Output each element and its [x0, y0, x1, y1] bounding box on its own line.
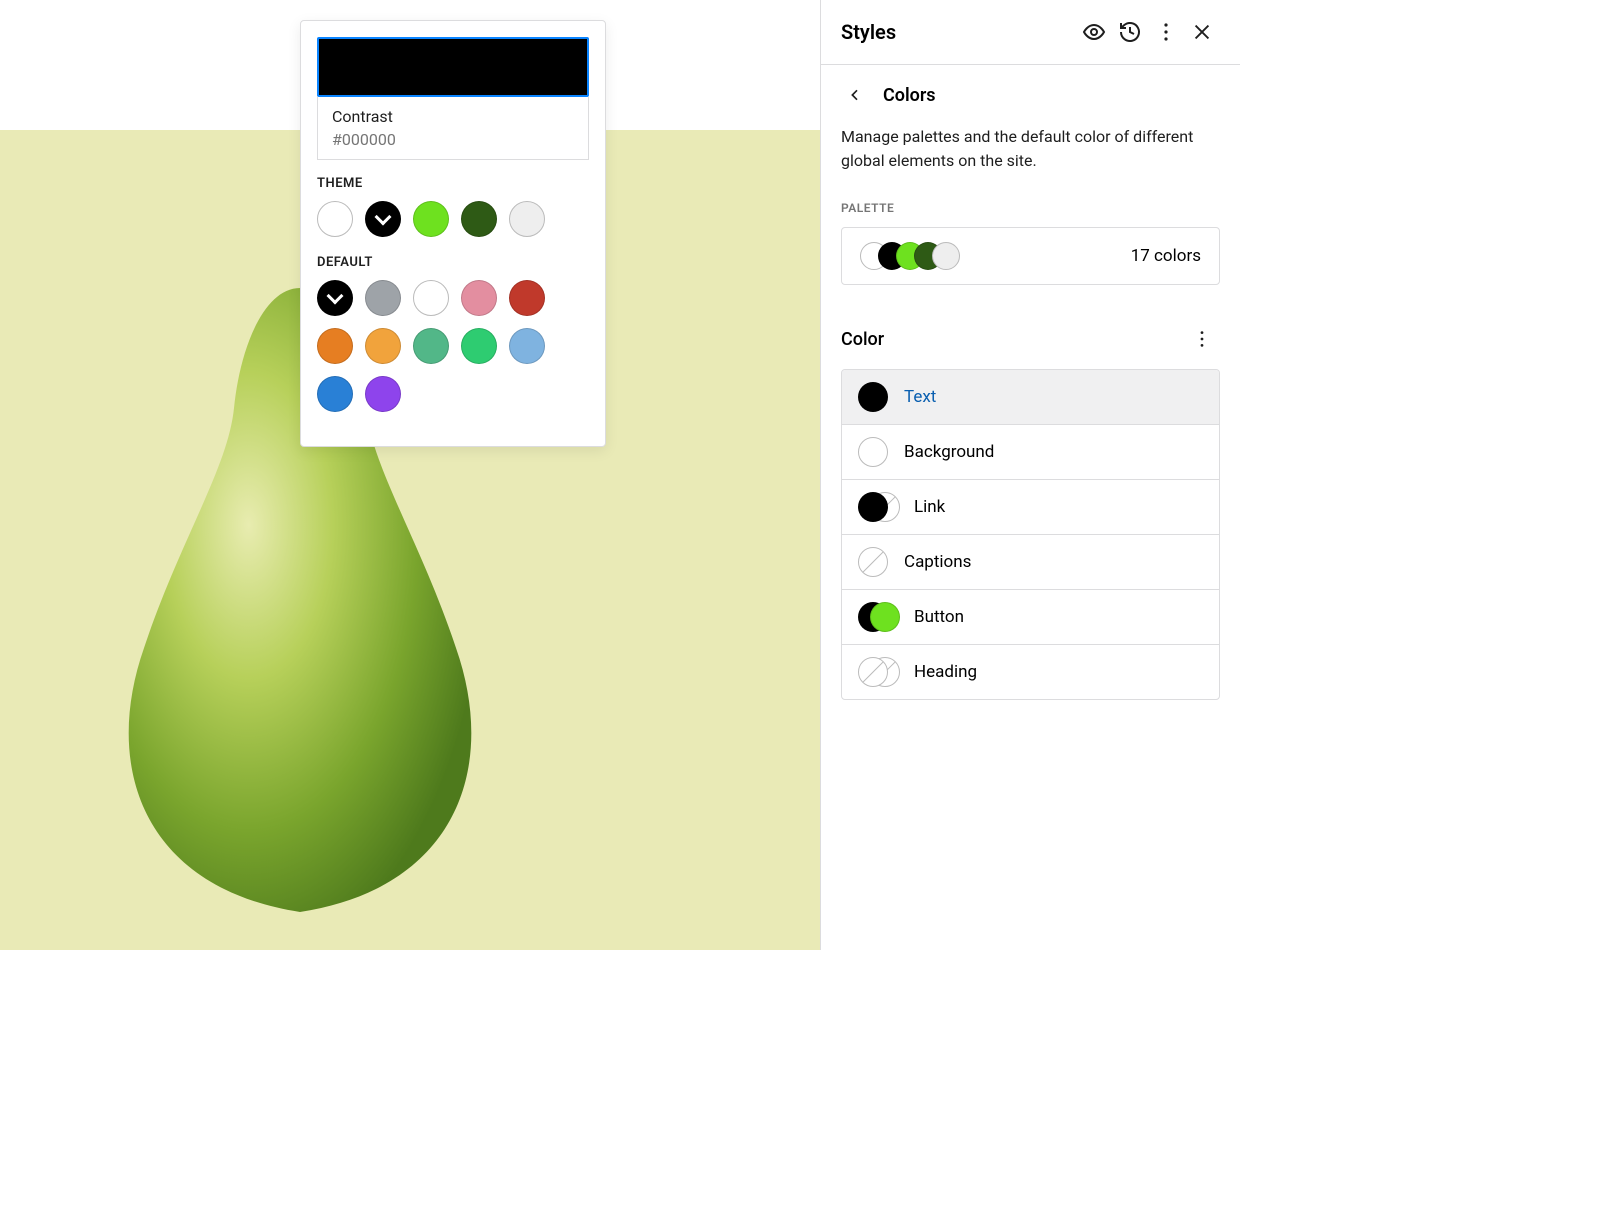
eye-icon — [1082, 20, 1106, 44]
section-description: Manage palettes and the default color of… — [841, 125, 1220, 173]
theme-swatch-row — [317, 201, 589, 237]
color-item-swatch — [858, 492, 898, 522]
panel-body: Colors Manage palettes and the default c… — [821, 65, 1240, 716]
theme-group-label: THEME — [317, 176, 589, 191]
color-item-label: Heading — [914, 662, 977, 682]
color-swatch[interactable] — [317, 328, 353, 364]
revisions-button[interactable] — [1112, 14, 1148, 50]
color-swatch[interactable] — [317, 280, 353, 316]
more-vertical-icon — [1154, 20, 1178, 44]
color-swatch[interactable] — [461, 201, 497, 237]
color-item-heading[interactable]: Heading — [842, 645, 1219, 699]
selected-color-meta: Contrast #000000 — [317, 97, 589, 160]
color-swatch[interactable] — [365, 280, 401, 316]
more-vertical-icon — [1191, 328, 1213, 350]
color-swatch[interactable] — [365, 328, 401, 364]
color-item-swatch — [858, 382, 888, 412]
color-item-swatch — [858, 437, 888, 467]
breadcrumb: Colors — [841, 81, 1220, 109]
styles-panel: Styles Colors Manage palettes and the de… — [820, 0, 1240, 950]
color-popover: Contrast #000000 THEME DEFAULT — [300, 20, 606, 447]
close-button[interactable] — [1184, 14, 1220, 50]
color-swatch[interactable] — [509, 328, 545, 364]
chevron-left-icon — [847, 85, 863, 105]
color-swatch[interactable] — [509, 280, 545, 316]
close-icon — [1191, 21, 1213, 43]
color-item-captions[interactable]: Captions — [842, 535, 1219, 590]
color-swatch[interactable] — [461, 328, 497, 364]
panel-header: Styles — [821, 0, 1240, 65]
color-swatch[interactable] — [317, 376, 353, 412]
back-button[interactable] — [841, 81, 869, 109]
color-item-background[interactable]: Background — [842, 425, 1219, 480]
color-swatch[interactable] — [413, 328, 449, 364]
color-heading: Color — [841, 329, 884, 350]
palette-preview-circle — [932, 242, 960, 270]
color-swatch[interactable] — [365, 201, 401, 237]
color-swatch[interactable] — [509, 201, 545, 237]
color-swatch[interactable] — [413, 280, 449, 316]
section-title: Colors — [883, 85, 936, 106]
color-item-text[interactable]: Text — [842, 370, 1219, 425]
color-item-label: Text — [904, 387, 936, 407]
more-button[interactable] — [1148, 14, 1184, 50]
palette-count: 17 colors — [1131, 246, 1201, 266]
palette-card[interactable]: 17 colors — [841, 227, 1220, 285]
default-group-label: DEFAULT — [317, 255, 589, 270]
color-section-header: Color — [841, 321, 1220, 357]
selected-color-hex: #000000 — [332, 130, 574, 149]
color-swatch[interactable] — [461, 280, 497, 316]
palette-label: PALETTE — [841, 201, 1220, 215]
color-swatch[interactable] — [365, 376, 401, 412]
color-item-button[interactable]: Button — [842, 590, 1219, 645]
history-icon — [1118, 20, 1142, 44]
color-item-label: Background — [904, 442, 994, 462]
color-item-label: Button — [914, 607, 964, 627]
default-swatch-row — [317, 280, 589, 412]
color-item-swatch — [858, 547, 888, 577]
color-item-label: Link — [914, 497, 945, 517]
selected-color-preview[interactable] — [317, 37, 589, 97]
selected-color-name: Contrast — [332, 107, 574, 126]
color-list: Text Background Link Captions Button Heading — [841, 369, 1220, 700]
color-swatch[interactable] — [413, 201, 449, 237]
color-item-label: Captions — [904, 552, 971, 572]
palette-preview-stack — [860, 242, 960, 270]
color-swatch[interactable] — [317, 201, 353, 237]
color-item-link[interactable]: Link — [842, 480, 1219, 535]
panel-title: Styles — [841, 20, 1076, 44]
color-item-swatch — [858, 602, 898, 632]
color-item-swatch — [858, 657, 898, 687]
style-book-button[interactable] — [1076, 14, 1112, 50]
color-more-button[interactable] — [1184, 321, 1220, 357]
editor-canvas: Contrast #000000 THEME DEFAULT — [0, 0, 820, 950]
